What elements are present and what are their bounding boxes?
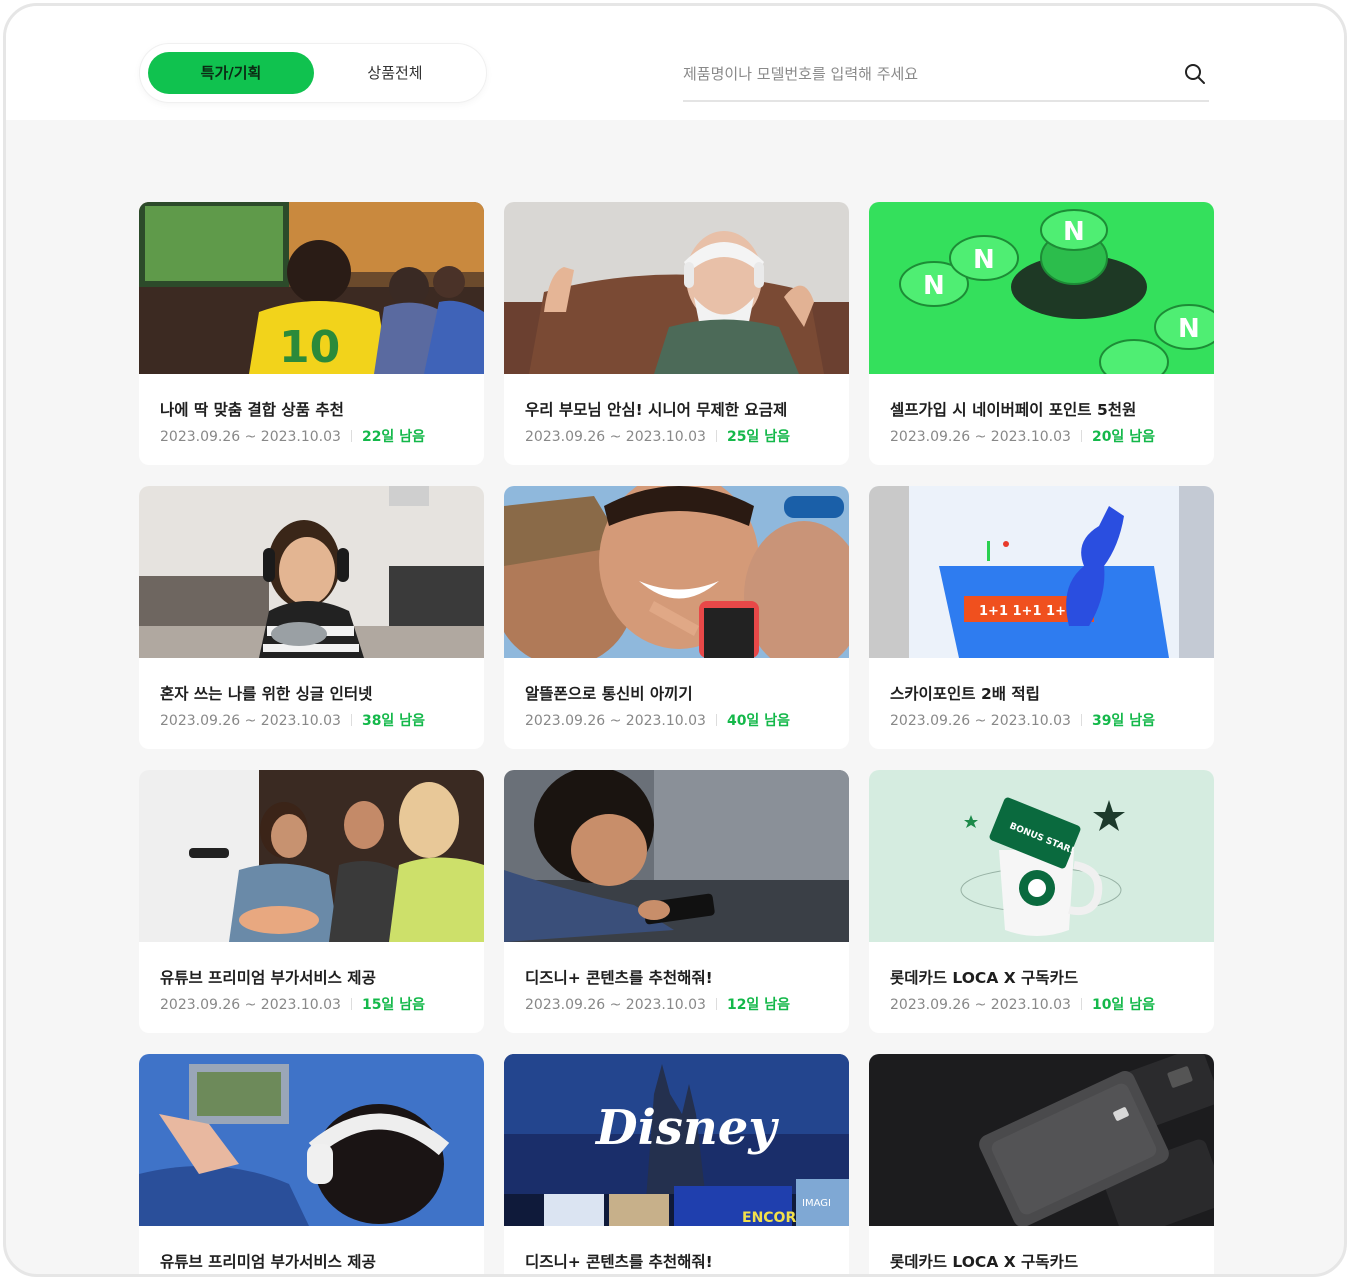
card-image-naverpay-coins: N N N N <box>869 202 1214 374</box>
card-title: 유튜브 프리미엄 부가서비스 제공 <box>160 969 376 987</box>
card-date: 2023.09.26 ~ 2023.10.03 <box>890 429 1071 445</box>
divider <box>715 714 717 726</box>
event-card[interactable]: 유튜브 프리미엄 부가서비스 제공 <box>139 1054 484 1274</box>
card-image-text: Disney <box>594 1100 779 1156</box>
card-title: 디즈니+ 콘텐츠를 추천해줘! <box>525 969 713 987</box>
divider <box>1080 430 1082 442</box>
card-date: 2023.09.26 ~ 2023.10.03 <box>525 997 706 1013</box>
event-card[interactable]: 유튜브 프리미엄 부가서비스 제공 2023.09.26 ~ 2023.10.0… <box>139 770 484 1033</box>
card-image-friends-phone <box>504 486 849 658</box>
card-title: 스카이포인트 2배 적립 <box>890 685 1040 703</box>
days-remaining: 40일 남음 <box>726 713 790 729</box>
event-card[interactable]: N N N N 셀프가입 시 네이버페이 포인트 5천원 2023.09.26 … <box>869 202 1214 465</box>
card-image-woman-laptop <box>139 1054 484 1226</box>
event-card[interactable]: Disney ENCORE! IMAGI 디즈니+ 콘텐츠를 추천해줘! <box>504 1054 849 1274</box>
card-date: 2023.09.26 ~ 2023.10.03 <box>160 713 341 729</box>
card-date: 2023.09.26 ~ 2023.10.03 <box>525 713 706 729</box>
card-meta: 2023.09.26 ~ 2023.10.03 39일 남음 <box>890 710 1155 730</box>
card-title: 알뜰폰으로 통신비 아끼기 <box>525 685 693 703</box>
card-title: 디즈니+ 콘텐츠를 추천해줘! <box>525 1253 713 1271</box>
divider <box>350 714 352 726</box>
card-title: 롯데카드 LOCA X 구독카드 <box>890 969 1079 987</box>
divider <box>715 430 717 442</box>
svg-text:N: N <box>923 271 945 301</box>
card-image-skypoint: 1+1 1+1 1+ <box>869 486 1214 658</box>
card-title: 우리 부모님 안심! 시니어 무제한 요금제 <box>525 401 788 419</box>
card-image-senior-headphones <box>504 202 849 374</box>
card-meta: 2023.09.26 ~ 2023.10.03 10일 남음 <box>890 994 1155 1014</box>
svg-text:N: N <box>1063 217 1085 247</box>
svg-text:N: N <box>973 245 995 275</box>
event-card[interactable]: 알뜰폰으로 통신비 아끼기 2023.09.26 ~ 2023.10.03 40일… <box>504 486 849 749</box>
card-meta: 2023.09.26 ~ 2023.10.03 25일 남음 <box>525 426 790 446</box>
event-card[interactable]: 디즈니+ 콘텐츠를 추천해줘! 2023.09.26 ~ 2023.10.03 1… <box>504 770 849 1033</box>
card-image-text: IMAGI <box>802 1198 831 1209</box>
card-meta: 2023.09.26 ~ 2023.10.03 40일 남음 <box>525 710 790 730</box>
card-title: 혼자 쓰는 나를 위한 싱글 인터넷 <box>160 685 373 703</box>
divider <box>715 998 717 1010</box>
card-date: 2023.09.26 ~ 2023.10.03 <box>525 429 706 445</box>
divider <box>350 430 352 442</box>
svg-text:10: 10 <box>279 322 340 373</box>
divider <box>1080 998 1082 1010</box>
card-title: 나에 딱 맞춤 결합 상품 추천 <box>160 401 344 419</box>
days-remaining: 38일 남음 <box>361 713 425 729</box>
top-bar: 특가/기획 상품전체 <box>6 6 1344 120</box>
days-remaining: 12일 남음 <box>726 997 790 1013</box>
card-meta: 2023.09.26 ~ 2023.10.03 38일 남음 <box>160 710 425 730</box>
days-remaining: 10일 남음 <box>1091 997 1155 1013</box>
card-image-starbucks: BONUS STAR! <box>869 770 1214 942</box>
event-card[interactable]: 1+1 1+1 1+ 스카이포인트 2배 적립 2023.09.26 ~ 202… <box>869 486 1214 749</box>
tab-specials[interactable]: 특가/기획 <box>148 52 314 94</box>
search-bar <box>683 50 1209 102</box>
card-image-lotte-card <box>869 1054 1214 1226</box>
card-meta: 2023.09.26 ~ 2023.10.03 22일 남음 <box>160 426 425 446</box>
card-image-soccer-fans: 10 <box>139 202 484 374</box>
days-remaining: 39일 남음 <box>1091 713 1155 729</box>
search-input[interactable] <box>683 56 1163 92</box>
card-meta: 2023.09.26 ~ 2023.10.03 12일 남음 <box>525 994 790 1014</box>
days-remaining: 15일 남음 <box>361 997 425 1013</box>
category-tabs: 특가/기획 상품전체 <box>140 44 486 102</box>
card-image-disney: Disney ENCORE! IMAGI <box>504 1054 849 1226</box>
svg-text:N: N <box>1178 314 1200 344</box>
days-remaining: 20일 남음 <box>1091 429 1155 445</box>
divider <box>350 998 352 1010</box>
card-date: 2023.09.26 ~ 2023.10.03 <box>890 713 1071 729</box>
card-date: 2023.09.26 ~ 2023.10.03 <box>160 429 341 445</box>
event-card[interactable]: 10 나에 딱 맞춤 결합 상품 추천 2023.09.26 ~ 2023.10… <box>139 202 484 465</box>
card-image-friends-tv <box>139 770 484 942</box>
event-card[interactable]: 혼자 쓰는 나를 위한 싱글 인터넷 2023.09.26 ~ 2023.10.… <box>139 486 484 749</box>
days-remaining: 22일 남음 <box>361 429 425 445</box>
search-icon[interactable] <box>1183 62 1207 86</box>
card-date: 2023.09.26 ~ 2023.10.03 <box>890 997 1071 1013</box>
days-remaining: 25일 남음 <box>726 429 790 445</box>
card-image-woman-headphones <box>139 486 484 658</box>
card-title: 유튜브 프리미엄 부가서비스 제공 <box>160 1253 376 1271</box>
card-title: 셀프가입 시 네이버페이 포인트 5천원 <box>890 401 1137 419</box>
divider <box>1080 714 1082 726</box>
app-frame: 특가/기획 상품전체 10 <box>3 3 1347 1277</box>
card-title: 롯데카드 LOCA X 구독카드 <box>890 1253 1079 1271</box>
event-card[interactable]: 우리 부모님 안심! 시니어 무제한 요금제 2023.09.26 ~ 2023… <box>504 202 849 465</box>
card-meta: 2023.09.26 ~ 2023.10.03 15일 남음 <box>160 994 425 1014</box>
card-image-child-tablet <box>504 770 849 942</box>
card-meta: 2023.09.26 ~ 2023.10.03 20일 남음 <box>890 426 1155 446</box>
card-image-text: 1+1 1+1 1+ <box>979 604 1066 619</box>
tab-all-products[interactable]: 상품전체 <box>312 52 478 94</box>
event-card[interactable]: 롯데카드 LOCA X 구독카드 <box>869 1054 1214 1274</box>
card-date: 2023.09.26 ~ 2023.10.03 <box>160 997 341 1013</box>
event-card[interactable]: BONUS STAR! 롯데카드 LOCA X 구독카드 2023.09.26 … <box>869 770 1214 1033</box>
